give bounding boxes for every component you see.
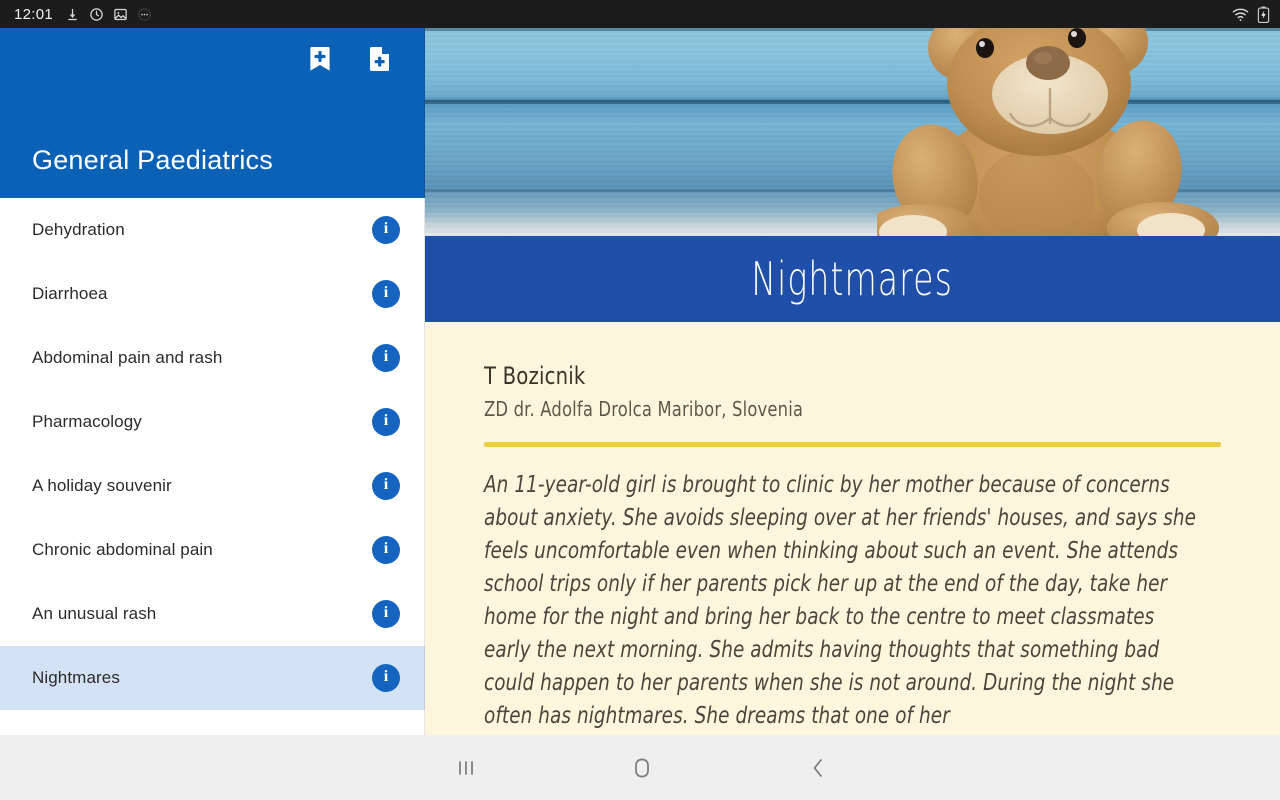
more-icon [138,7,151,21]
sidebar-item-dehydration[interactable]: Dehydration i [0,198,425,262]
home-button[interactable] [610,757,674,779]
status-bar: 12:01 [0,0,1280,28]
info-icon-glyph: i [383,476,389,493]
wifi-icon [1232,8,1249,21]
topic-list: Dehydration i Diarrhoea i Abdominal pain… [0,198,425,710]
article-author: T Bozicnik [484,362,586,390]
sidebar-item-diarrhoea[interactable]: Diarrhoea i [0,262,425,326]
info-icon[interactable]: i [372,664,400,692]
status-right-icons [1231,6,1270,23]
bookmark-add-icon [310,47,330,71]
image-icon [114,8,127,20]
sidebar-item-abdominal-pain-and-rash[interactable]: Abdominal pain and rash i [0,326,425,390]
article-divider [484,442,1221,447]
panel-divider [424,28,425,735]
home-icon [635,758,649,777]
list-item-label: Nightmares [32,668,120,687]
info-icon[interactable]: i [372,344,400,372]
article-body: T Bozicnik ZD dr. Adolfa Drolca Maribor,… [425,322,1280,733]
info-icon[interactable]: i [372,216,400,244]
recents-icon [459,760,473,775]
sidebar-panel: General Paediatrics Dehydration i Diarrh… [0,28,425,735]
info-icon[interactable]: i [372,472,400,500]
info-icon[interactable]: i [372,408,400,436]
article-paragraph: An 11-year-old girl is brought to clinic… [484,472,1197,729]
note-add-icon [370,47,389,71]
add-note-button[interactable] [365,44,395,74]
android-nav-bar [0,735,1280,800]
hero-image [425,28,1280,236]
teddy-bear-illustration [877,28,1219,236]
add-bookmark-button[interactable] [305,44,335,74]
page-title: Nightmares [751,252,954,306]
info-icon[interactable]: i [372,600,400,628]
back-icon [813,758,822,777]
back-button[interactable] [786,757,850,779]
battery-charging-icon [1257,6,1270,23]
info-icon-glyph: i [383,220,389,237]
article-title-banner: Nightmares [425,236,1280,322]
sidebar-item-a-holiday-souvenir[interactable]: A holiday souvenir i [0,454,425,518]
list-item-label: Abdominal pain and rash [32,348,223,367]
app-bar: General Paediatrics [0,28,425,198]
list-item-label: A holiday souvenir [32,476,172,495]
list-item-label: Diarrhoea [32,284,108,303]
list-item-label: An unusual rash [32,604,157,623]
article-affiliation: ZD dr. Adolfa Drolca Maribor, Slovenia [484,397,804,421]
info-icon-glyph: i [383,604,389,621]
info-icon[interactable]: i [372,280,400,308]
recents-button[interactable] [434,758,498,778]
status-left-icons [65,7,152,22]
info-icon-glyph: i [383,284,389,301]
info-icon-glyph: i [383,540,389,557]
sidebar-item-pharmacology[interactable]: Pharmacology i [0,390,425,454]
info-icon-glyph: i [383,412,389,429]
list-item-label: Chronic abdominal pain [32,540,213,559]
article-panel: Nightmares T Bozicnik ZD dr. Adolfa Drol… [425,28,1280,735]
android-screen: 12:01 General Paediatrics Dehydration i … [0,0,1280,800]
list-item-label: Dehydration [32,220,125,239]
sidebar-item-an-unusual-rash[interactable]: An unusual rash i [0,582,425,646]
app-bar-actions [305,28,425,90]
status-time: 12:01 [14,5,54,23]
app-title: General Paediatrics [32,145,273,175]
info-icon-glyph: i [383,668,389,685]
list-item-label: Pharmacology [32,412,142,431]
download-icon [68,8,77,20]
info-icon-glyph: i [383,348,389,365]
sidebar-item-chronic-abdominal-pain[interactable]: Chronic abdominal pain i [0,518,425,582]
info-icon[interactable]: i [372,536,400,564]
sync-icon [90,7,103,21]
sidebar-item-nightmares[interactable]: Nightmares i [0,646,425,710]
